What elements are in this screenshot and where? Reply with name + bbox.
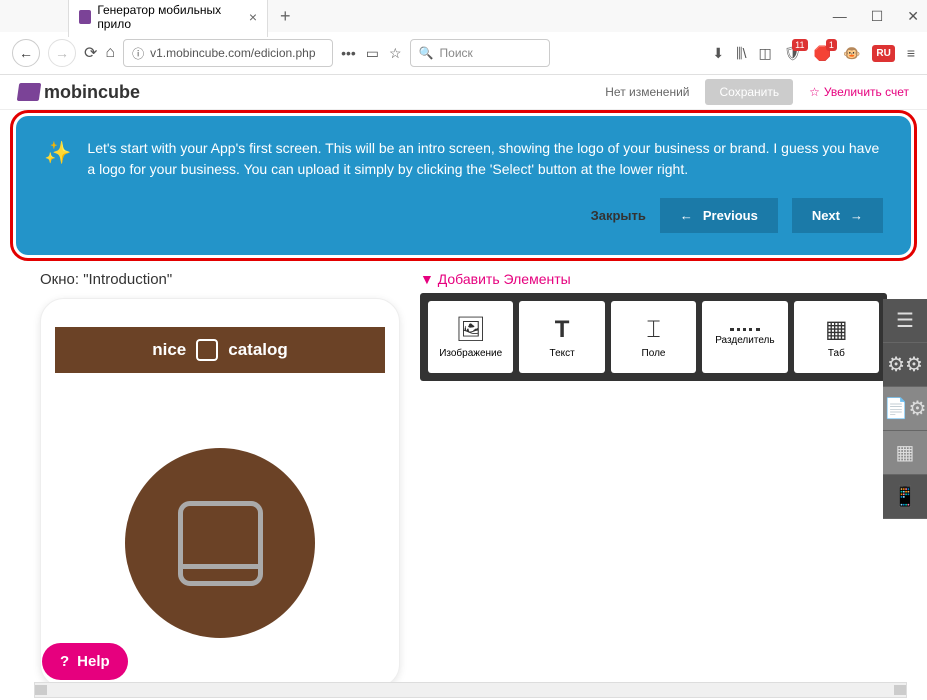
url-text: v1.mobincube.com/edicion.php bbox=[150, 46, 315, 60]
tab-title: Генератор мобильных прило bbox=[97, 3, 239, 31]
grid-tool-icon[interactable]: ▦ bbox=[883, 431, 927, 475]
shield-badge: 11 bbox=[792, 39, 807, 51]
page-gear-tool-icon[interactable]: 📄⚙ bbox=[883, 387, 927, 431]
tutorial-banner: ✨ Let's start with your App's first scre… bbox=[16, 116, 911, 255]
header-right: Нет изменений Сохранить ☆ Увеличить счет bbox=[605, 79, 909, 105]
window-label: Окно: "Introduction" bbox=[40, 271, 400, 288]
save-button[interactable]: Сохранить bbox=[705, 79, 793, 105]
adblock-badge: 1 bbox=[826, 39, 837, 51]
left-panel: Окно: "Introduction" nice catalog bbox=[40, 271, 400, 688]
banner-text: Let's start with your App's first screen… bbox=[87, 138, 883, 180]
search-placeholder: Поиск bbox=[440, 46, 473, 60]
forward-button[interactable]: → bbox=[48, 39, 76, 67]
browser-tab[interactable]: Генератор мобильных прило × bbox=[68, 0, 268, 37]
phone-preview: nice catalog bbox=[40, 298, 400, 688]
table-icon: ▦ bbox=[825, 315, 848, 344]
side-toolbar: ☰ ⚙⚙ 📄⚙ ▦ 📱 bbox=[883, 299, 927, 519]
phone-logo-small-icon bbox=[196, 339, 218, 361]
search-box[interactable]: 🔍 Поиск bbox=[410, 39, 550, 67]
previous-button[interactable]: ← Previous bbox=[660, 198, 778, 233]
info-icon[interactable]: ⓘ bbox=[132, 45, 144, 62]
phone-body bbox=[55, 373, 385, 673]
sidebar-icon[interactable]: ◫ bbox=[758, 45, 771, 62]
element-text-button[interactable]: T Текст bbox=[519, 301, 604, 373]
banner-close-link[interactable]: Закрыть bbox=[591, 208, 646, 223]
element-divider-button[interactable]: Разделитель bbox=[702, 301, 787, 373]
logo-circle bbox=[125, 448, 315, 638]
right-panel: ▼ Добавить Элементы 🖼 Изображение T Текс… bbox=[420, 271, 887, 688]
tab-favicon bbox=[79, 10, 91, 24]
image-icon: 🖼 bbox=[455, 315, 485, 344]
tutorial-banner-highlight: ✨ Let's start with your App's first scre… bbox=[10, 110, 917, 261]
device-tool-icon[interactable]: 📱 bbox=[883, 475, 927, 519]
next-button[interactable]: Next → bbox=[792, 198, 883, 233]
element-image-button[interactable]: 🖼 Изображение bbox=[428, 301, 513, 373]
menu-icon[interactable]: ≡ bbox=[907, 45, 915, 61]
logo-icon bbox=[17, 83, 42, 101]
search-icon: 🔍 bbox=[419, 46, 434, 60]
shield-icon[interactable]: 🛡11 bbox=[784, 45, 802, 62]
list-tool-icon[interactable]: ☰ bbox=[883, 299, 927, 343]
toolbar-icons: ⬇ ⫼\ ◫ 🛡11 🛑1 🐵 RU ≡ bbox=[712, 45, 915, 62]
minimize-icon[interactable]: — bbox=[833, 8, 847, 25]
browser-toolbar: ← → ⟳ ⌂ ⓘ v1.mobincube.com/edicion.php •… bbox=[0, 32, 927, 74]
window-controls: — ☐ ✕ bbox=[833, 8, 919, 25]
gears-tool-icon[interactable]: ⚙⚙ bbox=[883, 343, 927, 387]
wand-icon: ✨ bbox=[44, 140, 71, 180]
field-icon: ⌶ bbox=[646, 316, 660, 344]
reload-icon[interactable]: ⟳ bbox=[84, 43, 97, 63]
url-bar[interactable]: ⓘ v1.mobincube.com/edicion.php bbox=[123, 39, 333, 67]
reader-icon[interactable]: ▭ bbox=[366, 45, 379, 62]
banner-actions: Закрыть ← Previous Next → bbox=[44, 198, 883, 233]
ru-badge[interactable]: RU bbox=[872, 45, 894, 62]
element-table-button[interactable]: ▦ Таб bbox=[794, 301, 879, 373]
close-window-icon[interactable]: ✕ bbox=[907, 8, 919, 25]
help-button[interactable]: ? Help bbox=[42, 643, 128, 680]
monkey-icon[interactable]: 🐵 bbox=[843, 45, 860, 62]
titlebar: Генератор мобильных прило × + — ☐ ✕ bbox=[0, 0, 927, 32]
tab-close-icon[interactable]: × bbox=[249, 9, 257, 25]
home-icon[interactable]: ⌂ bbox=[105, 44, 115, 62]
urlbar-actions: ••• ▭ ☆ bbox=[341, 45, 402, 62]
arrow-left-icon: ← bbox=[680, 208, 693, 223]
divider-icon bbox=[730, 328, 760, 331]
logo-text: mobincube bbox=[44, 82, 140, 103]
element-field-button[interactable]: ⌶ Поле bbox=[611, 301, 696, 373]
editor-content: Окно: "Introduction" nice catalog ▼ Доба… bbox=[0, 261, 927, 698]
more-icon[interactable]: ••• bbox=[341, 45, 356, 62]
add-elements-label[interactable]: ▼ Добавить Элементы bbox=[420, 271, 887, 287]
browser-chrome: Генератор мобильных прило × + — ☐ ✕ ← → … bbox=[0, 0, 927, 75]
star-icon[interactable]: ☆ bbox=[389, 45, 402, 62]
new-tab-button[interactable]: + bbox=[280, 6, 291, 27]
logo[interactable]: mobincube bbox=[18, 82, 140, 103]
page-content: mobincube Нет изменений Сохранить ☆ Увел… bbox=[0, 75, 927, 698]
library-icon[interactable]: ⫼\ bbox=[736, 45, 746, 62]
app-header: mobincube Нет изменений Сохранить ☆ Увел… bbox=[0, 75, 927, 110]
horizontal-scrollbar[interactable] bbox=[34, 682, 907, 698]
maximize-icon[interactable]: ☐ bbox=[871, 8, 884, 25]
phone-header: nice catalog bbox=[55, 327, 385, 373]
back-button[interactable]: ← bbox=[12, 39, 40, 67]
elements-toolbar: 🖼 Изображение T Текст ⌶ Поле Разделитель… bbox=[420, 293, 887, 381]
arrow-right-icon: → bbox=[850, 208, 863, 223]
download-icon[interactable]: ⬇ bbox=[712, 45, 724, 62]
help-icon: ? bbox=[60, 653, 69, 670]
text-icon: T bbox=[555, 316, 570, 344]
book-icon bbox=[178, 501, 263, 586]
no-changes-label: Нет изменений bbox=[605, 85, 689, 99]
upgrade-link[interactable]: ☆ Увеличить счет bbox=[809, 85, 909, 99]
adblock-icon[interactable]: 🛑1 bbox=[814, 45, 831, 62]
